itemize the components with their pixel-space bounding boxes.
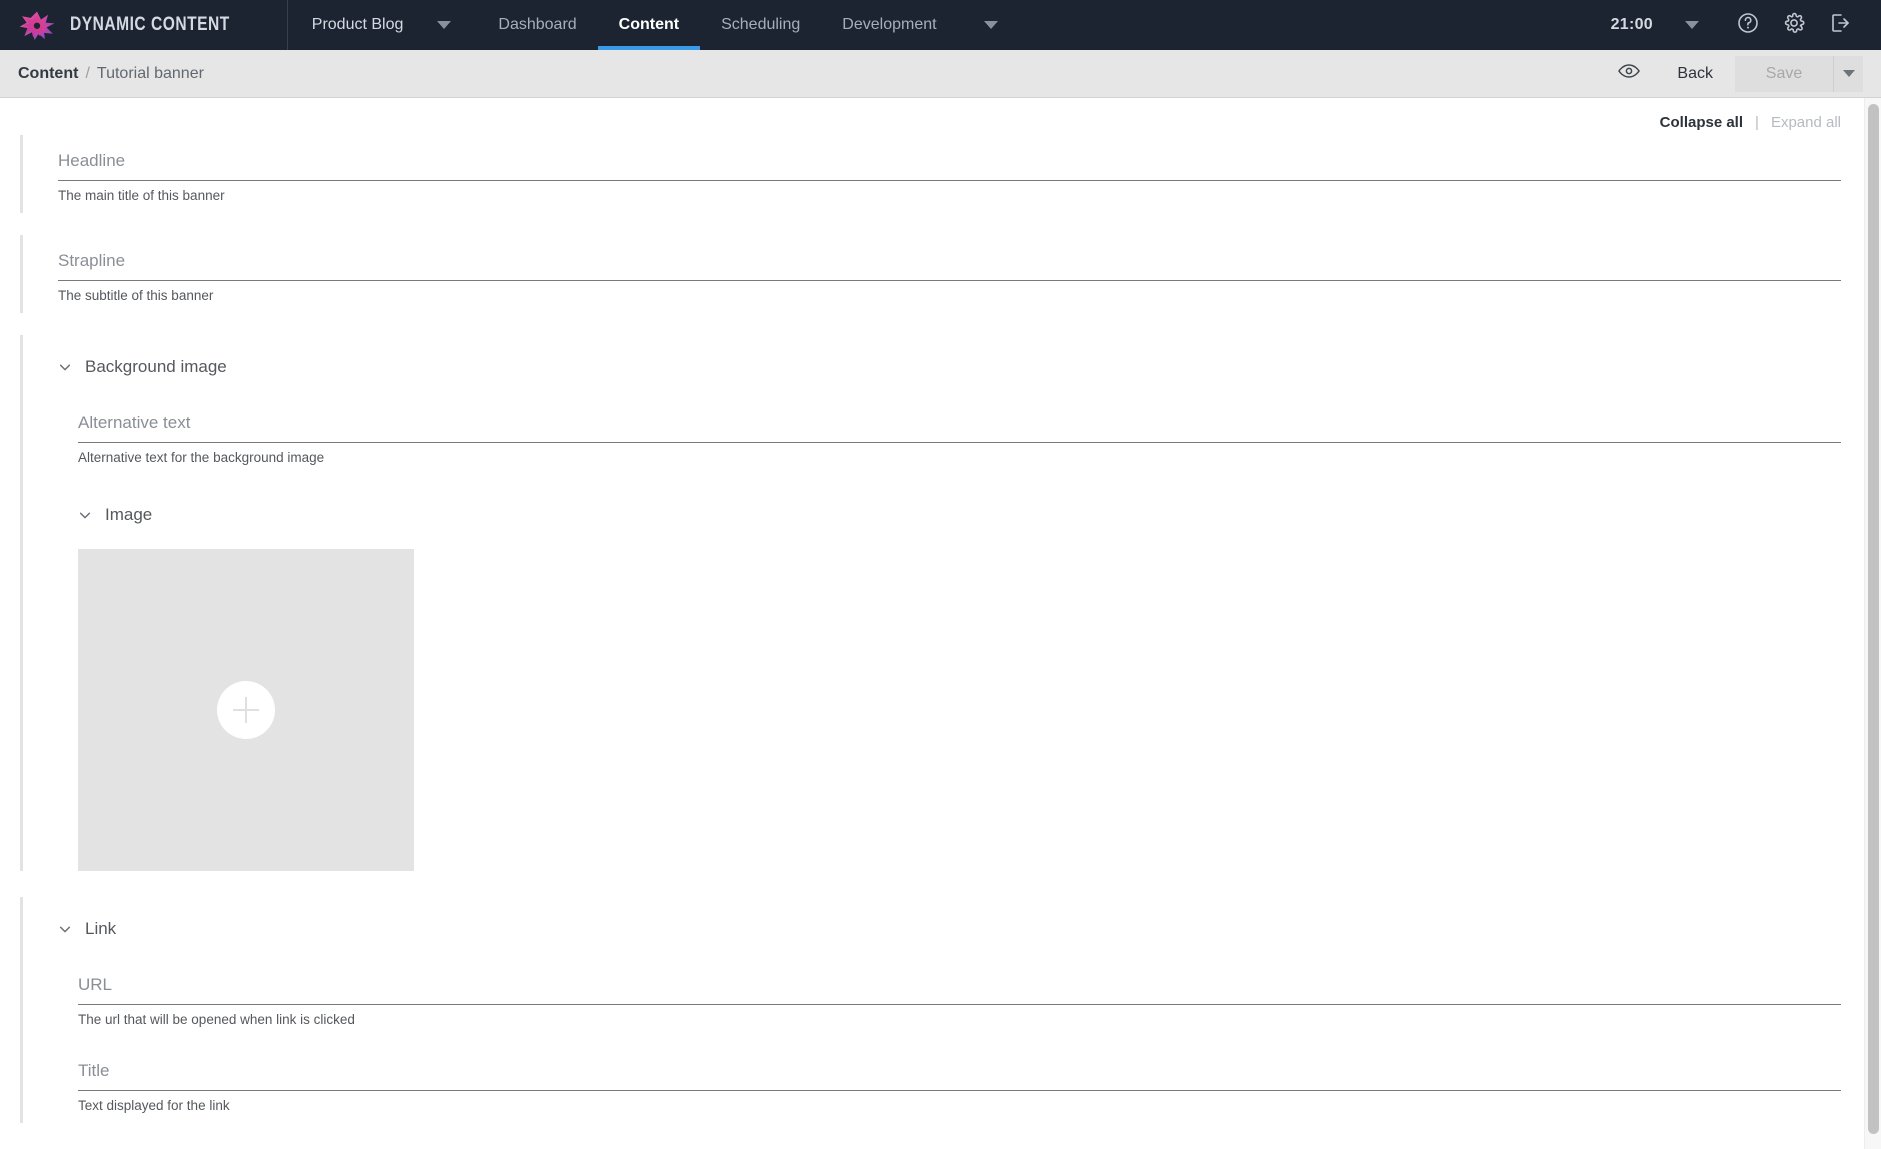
primary-tabs: Dashboard Content Scheduling Development bbox=[477, 0, 1023, 50]
workspace-chevron-down-icon[interactable] bbox=[411, 0, 477, 50]
save-button-label: Save bbox=[1765, 64, 1803, 82]
headline-help-text: The main title of this banner bbox=[58, 188, 225, 203]
workspace-selector[interactable]: Product Blog bbox=[288, 0, 412, 50]
link-section-toggle[interactable]: Link bbox=[58, 897, 1881, 945]
link-section-label: Link bbox=[85, 919, 117, 938]
top-navigation-actions: 21:00 bbox=[1601, 0, 1881, 50]
background-image-section-toggle[interactable]: Background image bbox=[58, 335, 1881, 383]
content-editor-panel: Collapse all | Expand all Headline The m… bbox=[0, 98, 1881, 1149]
tab-dashboard[interactable]: Dashboard bbox=[477, 0, 597, 50]
content-form: Headline The main title of this banner S… bbox=[0, 135, 1881, 1123]
strapline-field[interactable]: Strapline The subtitle of this banner bbox=[58, 235, 1881, 313]
strapline-label: Strapline bbox=[58, 251, 126, 270]
brand-name: DYNAMIC CONTENT bbox=[70, 14, 230, 35]
strapline-help-text: The subtitle of this banner bbox=[58, 288, 214, 303]
collapse-all-button[interactable]: Collapse all bbox=[1660, 114, 1743, 131]
title-field[interactable]: Title Text displayed for the link bbox=[78, 1037, 1881, 1123]
breadcrumb: Content / Tutorial banner bbox=[18, 65, 204, 83]
url-help-text: The url that will be opened when link is… bbox=[78, 1012, 355, 1027]
breadcrumb-root-link[interactable]: Content bbox=[18, 65, 78, 83]
alternative-text-help-text: Alternative text for the background imag… bbox=[78, 450, 325, 465]
alternative-text-label: Alternative text bbox=[78, 413, 191, 432]
expand-all-button: Expand all bbox=[1770, 114, 1841, 131]
logout-button[interactable] bbox=[1817, 0, 1863, 50]
chevron-down-icon bbox=[983, 21, 998, 29]
field-group-background-image: Background image Alternative text Altern… bbox=[20, 335, 1881, 871]
tab-scheduling[interactable]: Scheduling bbox=[700, 0, 821, 50]
chevron-down-icon bbox=[78, 508, 92, 522]
save-button: Save bbox=[1735, 55, 1833, 92]
help-button[interactable] bbox=[1725, 0, 1771, 50]
workspace-label: Product Blog bbox=[311, 16, 404, 33]
tab-scheduling-label: Scheduling bbox=[721, 16, 801, 33]
collapse-expand-toolbar: Collapse all | Expand all bbox=[0, 98, 1881, 135]
save-options-button[interactable] bbox=[1833, 55, 1863, 92]
chevron-down-icon bbox=[58, 922, 72, 936]
eye-icon bbox=[1617, 59, 1641, 88]
field-group-link: Link URL The url that will be opened whe… bbox=[20, 897, 1881, 1123]
breadcrumb-separator: / bbox=[85, 64, 90, 82]
chevron-down-icon bbox=[437, 21, 452, 29]
plus-icon bbox=[233, 697, 259, 723]
gear-icon bbox=[1782, 11, 1806, 40]
background-image-section-label: Background image bbox=[85, 357, 227, 376]
alternative-text-field[interactable]: Alternative text Alternative text for th… bbox=[78, 383, 1881, 475]
chevron-down-icon bbox=[58, 360, 72, 374]
headline-field[interactable]: Headline The main title of this banner bbox=[58, 135, 1881, 213]
tab-content-label: Content bbox=[618, 16, 680, 33]
breadcrumb-bar: Content / Tutorial banner Back Save bbox=[0, 50, 1881, 98]
tab-development-label: Development bbox=[842, 16, 937, 33]
clock-chevron-down-icon[interactable] bbox=[1659, 0, 1725, 50]
image-upload-placeholder[interactable] bbox=[78, 549, 414, 871]
clock-display: 21:00 bbox=[1610, 16, 1653, 33]
title-help-text: Text displayed for the link bbox=[78, 1098, 230, 1113]
image-add-button[interactable] bbox=[217, 681, 275, 739]
field-group-strapline: Strapline The subtitle of this banner bbox=[20, 235, 1881, 313]
title-label: Title bbox=[78, 1061, 110, 1080]
preview-button[interactable] bbox=[1603, 50, 1655, 98]
back-button-label: Back bbox=[1677, 64, 1713, 82]
image-section-label: Image bbox=[105, 505, 153, 524]
starburst-logo-icon bbox=[18, 9, 56, 41]
vertical-scrollbar-track[interactable] bbox=[1864, 98, 1881, 1149]
back-button[interactable]: Back bbox=[1655, 50, 1735, 98]
tab-content[interactable]: Content bbox=[597, 0, 701, 50]
link-section-body: URL The url that will be opened when lin… bbox=[58, 945, 1881, 1123]
settings-button[interactable] bbox=[1771, 0, 1817, 50]
field-group-headline: Headline The main title of this banner bbox=[20, 135, 1881, 213]
tab-dashboard-label: Dashboard bbox=[498, 16, 577, 33]
breadcrumb-current-item: Tutorial banner bbox=[96, 64, 204, 82]
chevron-down-icon bbox=[1685, 21, 1699, 29]
image-section-toggle[interactable]: Image bbox=[78, 475, 1881, 531]
background-image-section-body: Alternative text Alternative text for th… bbox=[58, 383, 1881, 871]
tab-development[interactable]: Development bbox=[821, 0, 957, 50]
breadcrumb-bar-actions: Back Save bbox=[1603, 50, 1881, 97]
headline-label: Headline bbox=[58, 151, 126, 170]
logout-icon bbox=[1828, 11, 1852, 40]
url-label: URL bbox=[78, 975, 113, 994]
url-field[interactable]: URL The url that will be opened when lin… bbox=[78, 945, 1881, 1037]
toolbar-separator: | bbox=[1755, 114, 1759, 131]
tabs-overflow-chevron-down-icon[interactable] bbox=[958, 0, 1024, 50]
chevron-down-icon bbox=[1842, 70, 1855, 77]
top-navigation-bar: DYNAMIC CONTENT Product Blog Dashboard C… bbox=[0, 0, 1881, 50]
brand-home-link[interactable]: DYNAMIC CONTENT bbox=[0, 0, 288, 50]
vertical-scrollbar-thumb[interactable] bbox=[1868, 104, 1879, 1134]
help-circle-icon bbox=[1736, 11, 1760, 40]
